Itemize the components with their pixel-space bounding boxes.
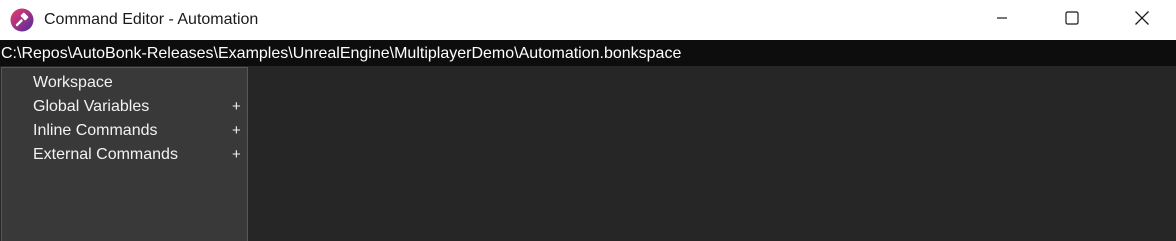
- tree-item-label: Inline Commands: [33, 122, 158, 139]
- tree-item-external-commands[interactable]: External Commands +: [2, 143, 247, 167]
- tree-item-label: Global Variables: [33, 98, 150, 115]
- expand-icon[interactable]: +: [232, 119, 241, 143]
- close-icon: [1134, 10, 1150, 31]
- autobonk-app-icon: [10, 8, 34, 32]
- title-bar[interactable]: Command Editor - Automation: [0, 0, 1176, 40]
- tree-item-workspace[interactable]: Workspace: [2, 71, 247, 95]
- tree-item-label: Workspace: [33, 74, 113, 91]
- editor-content-area: [249, 66, 1176, 241]
- window-title: Command Editor - Automation: [44, 11, 259, 28]
- workspace-tree[interactable]: Workspace Global Variables + Inline Comm…: [1, 67, 248, 241]
- expand-icon[interactable]: +: [232, 95, 241, 119]
- tree-item-inline-commands[interactable]: Inline Commands +: [2, 119, 247, 143]
- minimize-button[interactable]: [979, 0, 1025, 40]
- minimize-icon: [996, 11, 1008, 29]
- close-button[interactable]: [1119, 0, 1165, 40]
- workspace-path: C:\Repos\AutoBonk-Releases\Examples\Unre…: [0, 42, 1176, 66]
- maximize-icon: [1065, 10, 1079, 30]
- tree-item-label: External Commands: [33, 146, 178, 163]
- tree-item-global-variables[interactable]: Global Variables +: [2, 95, 247, 119]
- expand-icon[interactable]: +: [232, 143, 241, 167]
- maximize-button[interactable]: [1049, 0, 1095, 40]
- command-editor-window: Command Editor - Automation C:\Repos\Aut…: [0, 0, 1176, 241]
